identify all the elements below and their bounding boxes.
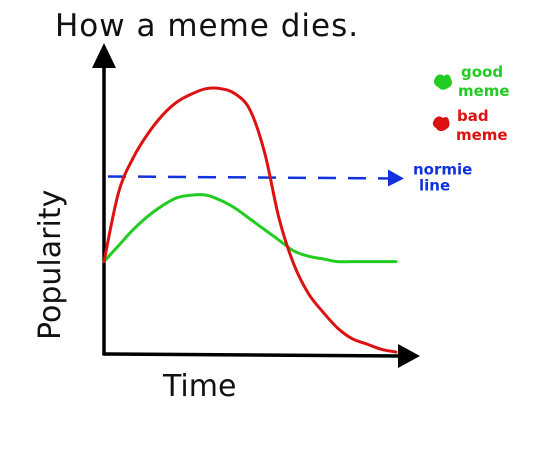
normie-line-arrowhead [388, 169, 404, 187]
y-axis-arrowhead [92, 43, 116, 68]
x-axis-arrowhead [398, 344, 420, 368]
normie-line-label-line2: line [419, 176, 450, 194]
x-axis-label: Time [162, 369, 236, 404]
legend-swatch-good-meme [434, 74, 452, 90]
legend-item-good-meme: good meme [434, 63, 510, 100]
series-good-meme-line [102, 193, 398, 264]
chart-title: How a meme dies. [55, 8, 359, 44]
legend-swatch-bad-meme [432, 116, 450, 132]
meme-chart: How a meme dies. Popularity Time normie … [33, 8, 510, 404]
x-axis-line [102, 352, 404, 358]
legend-item-bad-meme: bad meme [432, 107, 508, 144]
legend-label-bad-line1: bad [457, 107, 489, 125]
y-axis-label: Popularity [33, 190, 68, 340]
legend-label-bad-line2: meme [456, 126, 508, 144]
legend: good meme bad meme [432, 63, 510, 144]
legend-label-good-line1: good [461, 63, 503, 81]
normie-reference-line [107, 175, 393, 180]
legend-label-good-line2: meme [458, 82, 510, 100]
